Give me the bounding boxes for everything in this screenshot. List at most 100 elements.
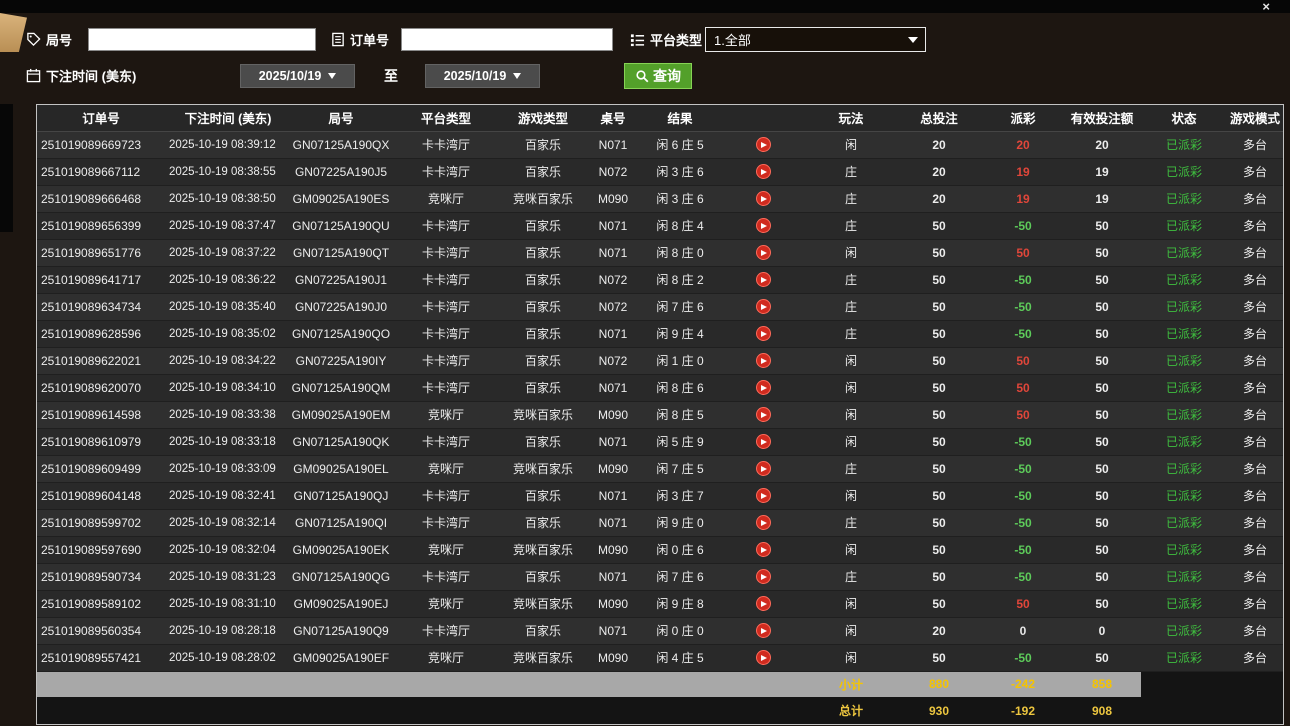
- cell-payout: 20: [983, 131, 1063, 158]
- play-icon[interactable]: [756, 434, 771, 449]
- cell-payout: 19: [983, 185, 1063, 212]
- play-icon[interactable]: [756, 164, 771, 179]
- cell-order: 251019089604148: [37, 482, 165, 509]
- table-row: 2510190896041482025-10-19 08:32:41GN0712…: [37, 482, 1283, 509]
- cell-payout: 50: [983, 239, 1063, 266]
- date-from-picker[interactable]: 2025/10/19: [240, 64, 355, 88]
- chevron-down-icon: [908, 37, 918, 43]
- filter-bar: 局号 订单号 平台类型 1.全部 下注时间 (美东) 2025/10/19 至 …: [13, 13, 1290, 104]
- play-icon[interactable]: [756, 299, 771, 314]
- round-label: 局号: [26, 30, 72, 49]
- cell-mode: 多台: [1227, 590, 1283, 617]
- cell-time: 2025-10-19 08:33:09: [165, 455, 291, 482]
- cell-total_bet: 50: [895, 482, 983, 509]
- cell-result: 闲 8 庄 4: [641, 212, 719, 239]
- cell-total_bet: 50: [895, 320, 983, 347]
- cell-game: 百家乐: [501, 482, 585, 509]
- cell-bet_type: 庄: [807, 509, 895, 536]
- cell-order: 251019089669723: [37, 131, 165, 158]
- play-icon[interactable]: [756, 569, 771, 584]
- cell-bet_type: 闲: [807, 239, 895, 266]
- cell-order: 251019089651776: [37, 239, 165, 266]
- cell-order: 251019089628596: [37, 320, 165, 347]
- play-icon[interactable]: [756, 596, 771, 611]
- cell-result: 闲 9 庄 4: [641, 320, 719, 347]
- play-icon[interactable]: [756, 542, 771, 557]
- cell-valid_bet: 50: [1063, 212, 1141, 239]
- play-icon[interactable]: [756, 650, 771, 665]
- play-icon[interactable]: [756, 407, 771, 422]
- cell-valid_bet: 50: [1063, 320, 1141, 347]
- cell-game: 竞咪百家乐: [501, 185, 585, 212]
- cell-round: GN07125A190QI: [291, 509, 391, 536]
- cell-platform: 竞咪厅: [391, 644, 501, 671]
- cell-status: 已派彩: [1141, 266, 1227, 293]
- cell-order: 251019089614598: [37, 401, 165, 428]
- cell-total_bet: 50: [895, 455, 983, 482]
- cell-order: 251019089560354: [37, 617, 165, 644]
- cell-total_bet: 50: [895, 347, 983, 374]
- play-icon[interactable]: [756, 623, 771, 638]
- cell-bet_type: 庄: [807, 320, 895, 347]
- query-button[interactable]: 查询: [624, 63, 692, 89]
- play-icon[interactable]: [756, 191, 771, 206]
- cell-table_no: N071: [585, 509, 641, 536]
- cell-game: 百家乐: [501, 347, 585, 374]
- col-header-status: 状态: [1141, 105, 1227, 131]
- cell-total_bet: 20: [895, 185, 983, 212]
- cell-game: 竞咪百家乐: [501, 644, 585, 671]
- close-icon[interactable]: ×: [1262, 0, 1270, 13]
- cell-status: 已派彩: [1141, 212, 1227, 239]
- cell-valid_bet: 50: [1063, 293, 1141, 320]
- cell-valid_bet: 50: [1063, 563, 1141, 590]
- bet-records-table: 订单号下注时间 (美东)局号平台类型游戏类型桌号结果玩法总投注派彩有效投注额状态…: [36, 104, 1284, 725]
- cell-table_no: N071: [585, 239, 641, 266]
- cell-payout: -50: [983, 455, 1063, 482]
- cell-platform: 卡卡湾厅: [391, 320, 501, 347]
- col-header-platform: 平台类型: [391, 105, 501, 131]
- play-icon[interactable]: [756, 380, 771, 395]
- col-header-play: [719, 105, 807, 131]
- play-icon[interactable]: [756, 488, 771, 503]
- cell-total_bet: 50: [895, 590, 983, 617]
- cell-game: 竞咪百家乐: [501, 401, 585, 428]
- cell-valid_bet: 50: [1063, 536, 1141, 563]
- round-input[interactable]: [88, 28, 316, 51]
- cell-platform: 卡卡湾厅: [391, 158, 501, 185]
- play-icon[interactable]: [756, 245, 771, 260]
- cell-round: GM09025A190EL: [291, 455, 391, 482]
- play-icon[interactable]: [756, 272, 771, 287]
- play-icon[interactable]: [756, 218, 771, 233]
- cell-game: 百家乐: [501, 293, 585, 320]
- cell-valid_bet: 0: [1063, 617, 1141, 644]
- play-icon[interactable]: [756, 137, 771, 152]
- cell-platform: 竞咪厅: [391, 536, 501, 563]
- play-icon[interactable]: [756, 515, 771, 530]
- cell-result: 闲 8 庄 6: [641, 374, 719, 401]
- col-header-mode: 游戏模式: [1227, 105, 1283, 131]
- play-icon[interactable]: [756, 326, 771, 341]
- cell-bet_type: 庄: [807, 185, 895, 212]
- cell-total_bet: 50: [895, 374, 983, 401]
- order-input[interactable]: [401, 28, 613, 51]
- cell-round: GN07225A190J5: [291, 158, 391, 185]
- cell-table_no: N072: [585, 158, 641, 185]
- cell-bet_type: 闲: [807, 617, 895, 644]
- platform-select[interactable]: 1.全部: [705, 27, 926, 52]
- grand-total-label: 总计: [807, 697, 895, 724]
- cell-round: GM09025A190EM: [291, 401, 391, 428]
- col-header-round: 局号: [291, 105, 391, 131]
- cell-platform: 卡卡湾厅: [391, 509, 501, 536]
- cell-valid_bet: 50: [1063, 428, 1141, 455]
- cell-order: 251019089667112: [37, 158, 165, 185]
- date-to-picker[interactable]: 2025/10/19: [425, 64, 540, 88]
- play-icon[interactable]: [756, 353, 771, 368]
- cell-platform: 竞咪厅: [391, 590, 501, 617]
- cell-bet_type: 闲: [807, 428, 895, 455]
- play-icon[interactable]: [756, 461, 771, 476]
- cell-total_bet: 50: [895, 509, 983, 536]
- cell-round: GN07125A190Q9: [291, 617, 391, 644]
- cell-total_bet: 50: [895, 536, 983, 563]
- cell-bet_type: 庄: [807, 455, 895, 482]
- cell-platform: 卡卡湾厅: [391, 428, 501, 455]
